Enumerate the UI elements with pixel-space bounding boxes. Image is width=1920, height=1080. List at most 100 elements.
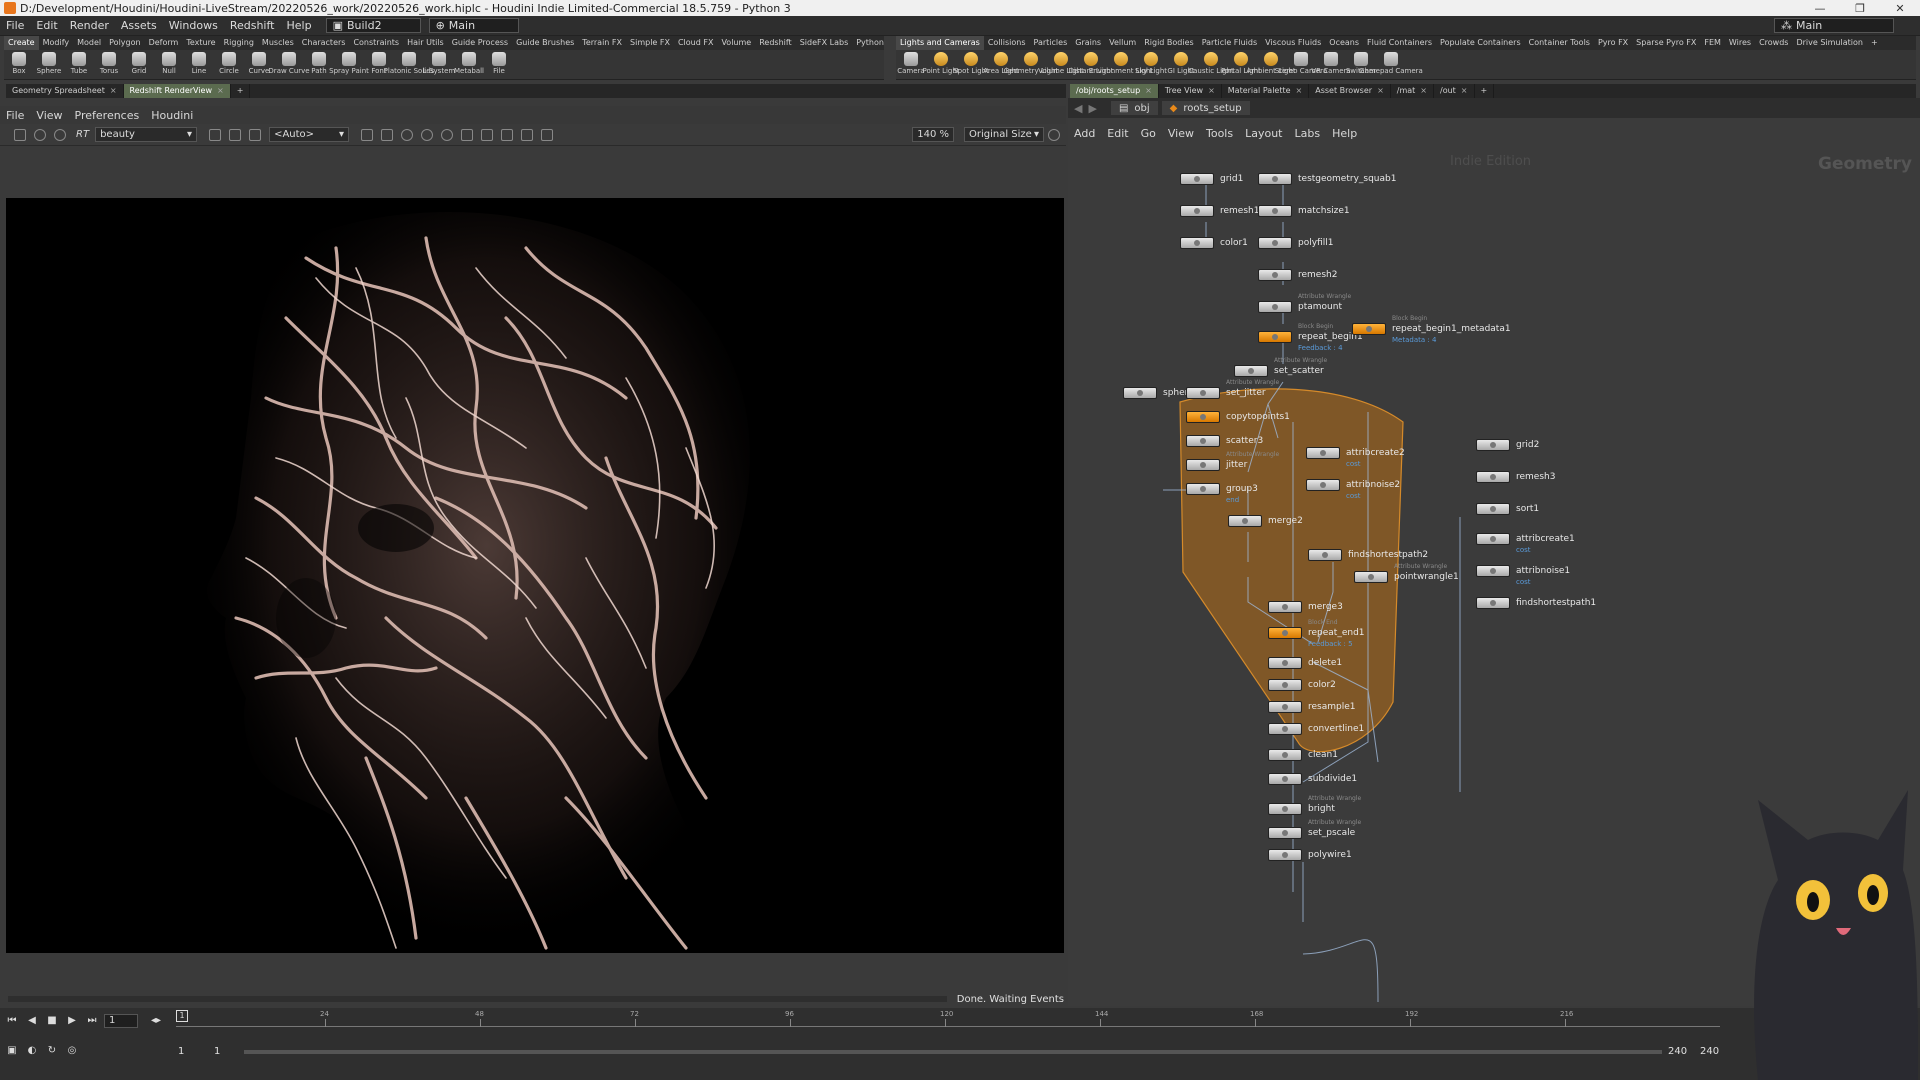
node-color2[interactable]: color2 [1268, 678, 1336, 692]
node-label[interactable]: polywire1 [1308, 850, 1352, 860]
tab-redshift-renderview[interactable]: Redshift RenderView × [123, 84, 231, 98]
close-icon[interactable]: × [1377, 86, 1384, 95]
shelf-tab-redshift[interactable]: Redshift [755, 36, 795, 50]
node-tile-icon[interactable] [1258, 237, 1292, 249]
tool-circle[interactable]: Circle [214, 50, 244, 75]
node-label[interactable]: group3 [1226, 484, 1258, 494]
render-menu-view[interactable]: View [30, 109, 68, 122]
node-tile-icon[interactable] [1306, 479, 1340, 491]
range-playback-end-field[interactable]: 240 [1668, 1046, 1687, 1057]
shelf-tab-viscous-fluids[interactable]: Viscous Fluids [1261, 36, 1325, 50]
node-set-pscale[interactable]: set_pscale Attribute Wrangle [1268, 819, 1361, 840]
jump-start-icon[interactable]: ⏮ [4, 1015, 20, 1027]
grid-icon[interactable] [229, 128, 242, 141]
play-forward-icon[interactable]: ▶ [64, 1015, 80, 1027]
restore-button[interactable]: ❐ [1840, 2, 1880, 15]
node-tile-icon[interactable] [1258, 205, 1292, 217]
node-tile-icon[interactable] [1354, 571, 1388, 583]
shelf-tab-guide-brushes[interactable]: Guide Brushes [512, 36, 578, 50]
tool-metaball[interactable]: Metaball [454, 50, 484, 75]
tool-gamepad-camera[interactable]: Gamepad Camera [1359, 50, 1423, 75]
shelf-tab-collisions[interactable]: Collisions [984, 36, 1030, 50]
shelf-tab-texture[interactable]: Texture [182, 36, 219, 50]
size-select[interactable]: Original Size ▾ [964, 127, 1044, 142]
node-attribcreate1[interactable]: attribcreate1 cost [1476, 532, 1575, 554]
shelf-tab-pyro-fx[interactable]: Pyro FX [1594, 36, 1632, 50]
lock-icon[interactable] [361, 128, 374, 141]
tool-grid[interactable]: Grid [124, 50, 154, 75]
frame-ruler[interactable]: 24 48 72 96 120 144 168 192 216 1 [176, 1008, 1720, 1030]
shelf-tab-wires[interactable]: Wires [1725, 36, 1755, 50]
circle-icon[interactable] [421, 128, 434, 141]
jump-end-icon[interactable]: ⏭ [84, 1015, 100, 1027]
shelf-tab-fluid-containers[interactable]: Fluid Containers [1363, 36, 1436, 50]
node-tile-icon[interactable] [1268, 803, 1302, 815]
snapshot-icon[interactable] [14, 128, 26, 141]
node-tile-icon[interactable] [1268, 657, 1302, 669]
node-label[interactable]: copytopoints1 [1226, 412, 1290, 422]
node-merge3[interactable]: merge3 [1268, 600, 1343, 614]
record-icon[interactable] [34, 128, 46, 141]
shelf-tab-characters[interactable]: Characters [298, 36, 350, 50]
shelf-tab-cloud-fx[interactable]: Cloud FX [674, 36, 717, 50]
path-crumb-obj[interactable]: ▤ obj [1110, 101, 1158, 115]
node-tile-icon[interactable] [1268, 773, 1302, 785]
range-playback-start-field[interactable]: 1 [214, 1046, 220, 1057]
node-delete1[interactable]: delete1 [1268, 656, 1342, 670]
add-shelf-tab-button[interactable]: + [1867, 36, 1882, 50]
tool-sphere[interactable]: Sphere [34, 50, 64, 75]
node-label[interactable]: attribcreate2 [1346, 448, 1405, 458]
node-label[interactable]: scatter3 [1226, 436, 1263, 446]
menu-render[interactable]: Render [64, 19, 115, 32]
add-tab-button[interactable]: + [231, 84, 251, 98]
shelf-tab-polygon[interactable]: Polygon [105, 36, 144, 50]
node-scatter3[interactable]: scatter3 [1186, 434, 1263, 448]
render-menu-preferences[interactable]: Preferences [69, 109, 146, 122]
node-label[interactable]: clean1 [1308, 750, 1338, 760]
close-icon[interactable]: × [1461, 86, 1468, 95]
render-menu-file[interactable]: File [0, 109, 30, 122]
node-merge2[interactable]: merge2 [1228, 514, 1303, 528]
node-label[interactable]: convertline1 [1308, 724, 1364, 734]
keys-icon[interactable]: ◎ [64, 1045, 80, 1057]
tab-asset-browser[interactable]: Asset Browser × [1309, 84, 1391, 98]
shelf-tab-simple-fx[interactable]: Simple FX [626, 36, 674, 50]
close-icon[interactable]: × [1420, 86, 1427, 95]
net-menu-edit[interactable]: Edit [1101, 127, 1134, 140]
node-tile-icon[interactable] [1268, 827, 1302, 839]
node-remesh2[interactable]: remesh2 [1258, 268, 1337, 282]
close-button[interactable]: ✕ [1880, 2, 1920, 15]
realtime-icon[interactable]: ▣ [4, 1045, 20, 1057]
tool-box[interactable]: Box [4, 50, 34, 75]
shelf-tab-crowds[interactable]: Crowds [1755, 36, 1792, 50]
menu-help[interactable]: Help [280, 19, 317, 32]
node-label[interactable]: remesh2 [1298, 270, 1337, 280]
node-subdivide1[interactable]: subdivide1 [1268, 772, 1357, 786]
shelf-tab-deform[interactable]: Deform [145, 36, 183, 50]
node-tile-icon[interactable] [1123, 387, 1157, 399]
node-tile-icon[interactable] [1268, 679, 1302, 691]
node-findshortestpath1[interactable]: findshortestpath1 [1476, 596, 1596, 610]
node-attribcreate2[interactable]: attribcreate2 cost [1306, 446, 1405, 468]
menu-assets[interactable]: Assets [115, 19, 163, 32]
node-findshortestpath2[interactable]: findshortestpath2 [1308, 548, 1428, 562]
node-label[interactable]: remesh3 [1516, 472, 1555, 482]
channels-icon[interactable] [209, 128, 222, 141]
node-tile-icon[interactable] [1186, 435, 1220, 447]
region-icon[interactable] [381, 128, 394, 141]
crop-icon[interactable] [249, 128, 262, 141]
node-tile-icon[interactable] [1258, 173, 1292, 185]
node-bright[interactable]: bright Attribute Wrangle [1268, 795, 1361, 816]
tool-null[interactable]: Null [154, 50, 184, 75]
close-icon[interactable]: × [1145, 86, 1152, 95]
menu-edit[interactable]: Edit [30, 19, 63, 32]
shelf-tab-guide-process[interactable]: Guide Process [448, 36, 512, 50]
target-icon[interactable] [441, 128, 454, 141]
node-pointwrangle1[interactable]: pointwrangle1 Attribute Wrangle [1354, 563, 1459, 584]
tab-out[interactable]: /out × [1434, 84, 1475, 98]
desktop-select-right[interactable]: ⁂ Main [1774, 18, 1894, 33]
node-label[interactable]: testgeometry_squab1 [1298, 174, 1396, 184]
node-grid2[interactable]: grid2 [1476, 438, 1539, 452]
back-arrow-icon[interactable]: ◀ [1074, 102, 1082, 115]
node-label[interactable]: set_jitter [1226, 388, 1266, 398]
